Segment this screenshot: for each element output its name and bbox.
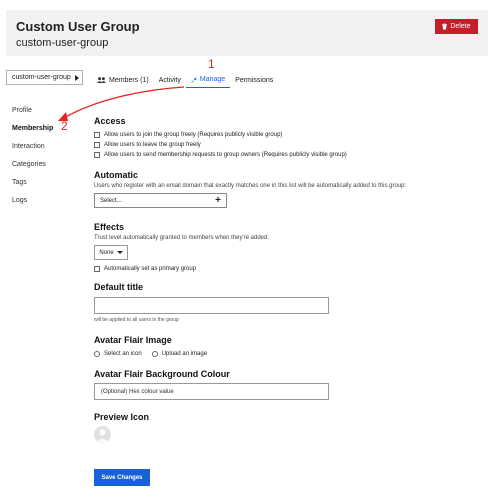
annotation-arrow (58, 86, 185, 121)
